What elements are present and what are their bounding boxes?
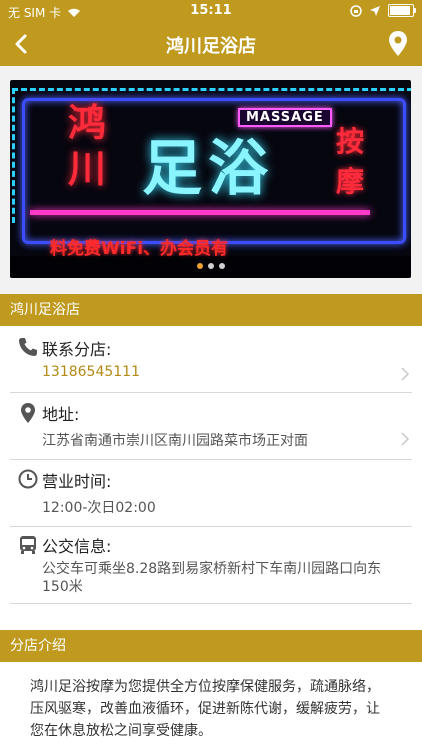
address-value: 江苏省南通市崇川区南川园路菜市场正对面 <box>42 433 308 449</box>
location-pin-icon <box>18 402 38 423</box>
clock-icon <box>18 469 38 489</box>
phone-icon <box>18 337 38 357</box>
chevron-right-icon <box>400 431 410 447</box>
hours-label: 营业时间: <box>42 472 112 491</box>
top-bar: 无 SIM 卡 15:11 鸿川足浴店 <box>0 0 422 66</box>
map-button[interactable] <box>386 30 410 58</box>
contact-label: 联系分店: <box>42 340 112 359</box>
bus-label: 公交信息: <box>42 537 112 556</box>
carousel-dot[interactable] <box>207 263 214 269</box>
store-banner-image[interactable]: 鸿川 MASSAGE 足浴 按摩 料免费WiFi、办会员有 <box>10 80 411 278</box>
carousel-dot[interactable] <box>196 263 203 269</box>
rotation-lock-icon <box>350 4 362 17</box>
page-title: 鸿川足浴店 <box>166 36 256 57</box>
bus-value: 公交车可乘坐8.28路到易家桥新村下车南川园路口向东150米 <box>42 561 382 595</box>
battery-icon <box>388 4 416 17</box>
phone-number-link[interactable]: 13186545111 <box>42 364 140 380</box>
hours-value: 12:00-次日02:00 <box>42 500 156 516</box>
nav-bar: 鸿川足浴店 <box>0 22 422 66</box>
store-section-header: 鸿川足浴店 <box>0 294 422 326</box>
bus-icon <box>18 535 38 555</box>
sign-main-text: 足浴 <box>142 134 274 204</box>
chevron-right-icon <box>400 366 410 382</box>
intro-section-header: 分店介绍 <box>0 630 422 662</box>
contact-row[interactable]: 联系分店: 13186545111 <box>0 326 422 392</box>
location-arrow-icon <box>370 5 380 16</box>
sign-right-text: 按摩 <box>336 125 365 198</box>
map-pin-icon <box>389 31 407 56</box>
bus-row: 公交信息: 公交车可乘坐8.28路到易家桥新村下车南川园路口向东150米 <box>0 527 422 603</box>
sign-left-text: 鸿川 <box>68 100 107 191</box>
intro-text: 鸿川足浴按摩为您提供全方位按摩保健服务，疏通脉络，压风驱寒，改善血液循环，促进新… <box>30 679 380 739</box>
neon-bar <box>30 210 370 215</box>
carousel-dot[interactable] <box>218 263 225 269</box>
address-label: 地址: <box>42 405 80 424</box>
address-row[interactable]: 地址: 江苏省南通市崇川区南川园路菜市场正对面 <box>0 393 422 459</box>
status-bar: 无 SIM 卡 15:11 <box>0 0 422 22</box>
hours-row: 营业时间: 12:00-次日02:00 <box>0 460 422 526</box>
divider <box>10 603 412 604</box>
carousel-dots[interactable] <box>10 263 411 269</box>
